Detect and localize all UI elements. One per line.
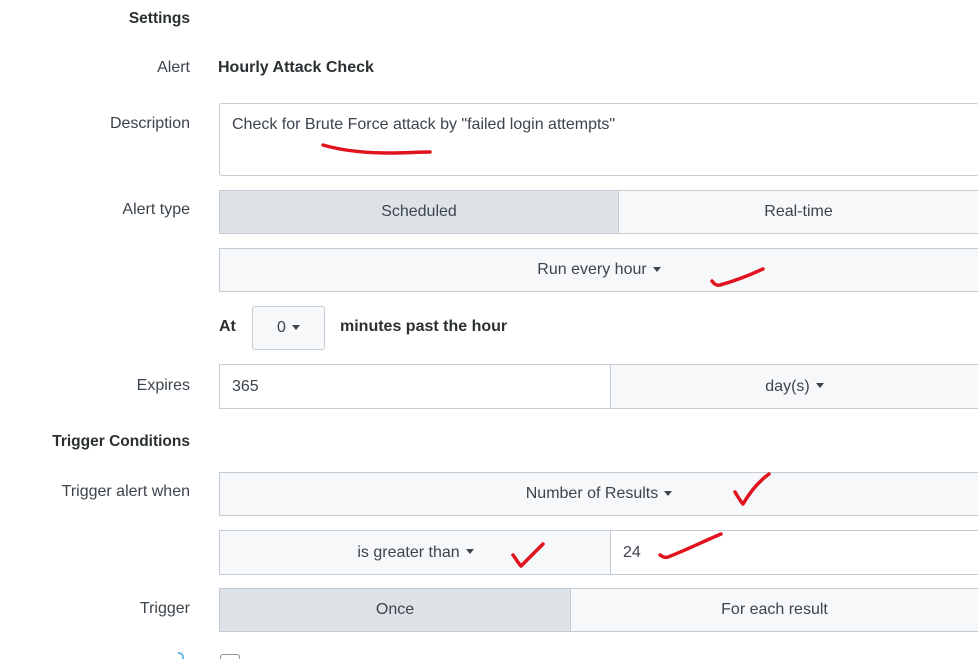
settings-heading: Settings [128, 10, 190, 27]
caret-down-icon [465, 549, 474, 554]
expires-unit-dropdown[interactable]: day(s) [610, 364, 978, 409]
schedule-dropdown-label: Run every hour [537, 261, 647, 278]
caret-down-icon [652, 266, 661, 272]
help-icon [178, 652, 184, 659]
minute-dropdown-label: 0 [277, 319, 286, 336]
alert-type-label: Alert type [122, 201, 190, 218]
caret-down-icon [291, 324, 300, 330]
next-row-checkbox[interactable] [220, 654, 240, 659]
trigger-conditions-heading: Trigger Conditions [52, 433, 190, 450]
alert-type-scheduled[interactable]: Scheduled [219, 190, 619, 234]
description-textarea[interactable]: Check for Brute Force attack by "failed … [219, 103, 978, 176]
trigger-when-dropdown[interactable]: Number of Results [219, 472, 978, 516]
threshold-input[interactable]: 24 [610, 530, 978, 575]
comparison-dropdown-label: is greater than [357, 543, 460, 561]
description-label: Description [109, 115, 190, 132]
minute-dropdown[interactable]: 0 [252, 306, 325, 350]
alert-label: Alert [157, 59, 190, 76]
schedule-dropdown[interactable]: Run every hour [219, 248, 978, 292]
trigger-for-each-result[interactable]: For each result [570, 588, 978, 632]
trigger-label: Trigger [139, 600, 190, 617]
expires-label: Expires [136, 377, 190, 394]
caret-down-icon [664, 490, 673, 496]
alert-type-real-time[interactable]: Real-time [618, 190, 978, 234]
expires-input[interactable]: 365 [219, 364, 612, 409]
at-label: At [219, 318, 236, 335]
comparison-dropdown[interactable]: is greater than [219, 530, 612, 575]
expires-unit-label: day(s) [765, 377, 810, 395]
caret-down-icon [815, 383, 824, 388]
alert-name: Hourly Attack Check [218, 59, 374, 76]
trigger-when-dropdown-label: Number of Results [525, 485, 659, 502]
trigger-when-label: Trigger alert when [61, 483, 190, 500]
minutes-suffix: minutes past the hour [340, 318, 508, 335]
trigger-once[interactable]: Once [219, 588, 571, 632]
